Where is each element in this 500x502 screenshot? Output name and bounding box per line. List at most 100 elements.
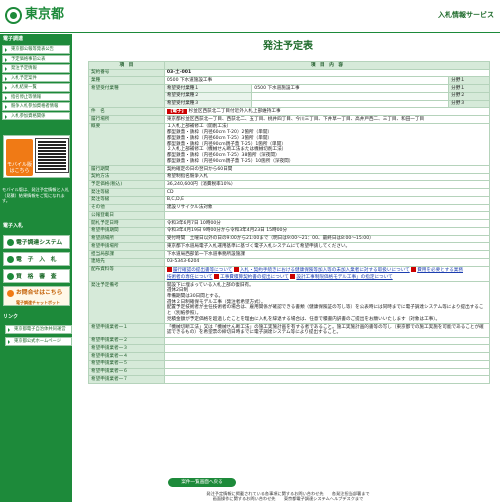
column-header: 項 目 内 容 xyxy=(163,61,491,70)
header: 東京都 入札情報サービス xyxy=(0,0,500,33)
order-class: B,C,D,E xyxy=(163,195,491,205)
row-label: 希望請場所 xyxy=(88,234,165,244)
row-label: 契約番号 xyxy=(88,68,165,78)
inquiry-label: お問合せはこちら xyxy=(16,290,63,296)
contract-number: 03-土-001 xyxy=(163,68,491,78)
pdf-icon xyxy=(290,273,296,279)
contact-phone: 03-5343-6204 xyxy=(163,257,491,267)
sidebar-item[interactable]: 東京都公報等発表公告 xyxy=(2,45,70,54)
pdf-icon xyxy=(166,267,172,273)
e-bid-button[interactable]: 電 子 入 札 xyxy=(3,252,70,266)
bid-industry-1: 0500 下水道施設工事 xyxy=(251,84,450,93)
back-to-list-button[interactable]: 案件一覧画面へ戻る xyxy=(168,478,236,487)
row-label: 配布資料等 xyxy=(88,265,165,283)
pdf-icon xyxy=(214,273,220,279)
logo-icon xyxy=(5,7,22,24)
row-label: 履行期間 xyxy=(88,165,165,174)
row-label: 希望申請業者一４ xyxy=(88,352,165,361)
row-label: 希望申請業者一１ xyxy=(88,323,165,338)
system-top-button[interactable]: 電子調達システム(TOP) xyxy=(3,235,70,260)
opening-date: 令和3年6月7日 10時00分 xyxy=(163,219,491,228)
row-label: 希望申請場所 xyxy=(88,242,165,252)
row-label: 連絡先 xyxy=(88,257,165,267)
sub-label: 希望受付業種１ xyxy=(163,84,253,93)
row-label: 発注予定備考 xyxy=(88,281,165,325)
field-label: 分野１ xyxy=(448,76,490,86)
sidebar-item[interactable]: 予定価格事前公表 xyxy=(2,54,70,64)
row-label: 契約方法 xyxy=(88,172,165,182)
service-name: 入札情報サービス xyxy=(438,11,494,19)
row-label: 公報登載日 xyxy=(88,211,165,221)
sidebar-item[interactable]: 入札予定案件 xyxy=(2,73,70,83)
estimated-price: 36,240,600円（消費税率10%） xyxy=(163,180,491,190)
work-period: 契約確定の日の翌日から60日間 xyxy=(163,165,491,174)
sub-label: 希望受付業種３ xyxy=(163,99,253,109)
doc-link[interactable]: 設計工事制限価格モデル工事」の指定について xyxy=(296,275,392,280)
inquiry-button[interactable]: お問合せはこちら 電子調達チャットボット xyxy=(3,286,70,306)
doc-link[interactable]: 入札・契約手続きにおける健康保険等加入等の未加入業者に対する取扱いについて xyxy=(240,268,410,273)
pdf-icon xyxy=(233,267,239,273)
row-label: 希望申請業者一２ xyxy=(88,336,165,346)
footer-line: 画面操作に関するお問い合わせ先 東京都電子調達システムヘルプデスクまで xyxy=(212,496,364,502)
application-place: 東京都下水道局電子入札運用基準に基づく電子入札システムにて希望申請してください。 xyxy=(163,242,491,252)
row-label: 担当局部課 xyxy=(88,250,165,259)
row-label: 希望申請業者一７ xyxy=(88,375,165,385)
electronic-tag: 【電子】 xyxy=(166,108,188,114)
row-label: 履行場所 xyxy=(88,115,165,124)
industry: 0500 下水道施設工事 xyxy=(163,76,450,86)
sidebar-item[interactable]: 入札参加資格関係 xyxy=(2,111,70,121)
doc-link[interactable]: 工事費積算契約書の提出について xyxy=(220,275,289,280)
work-location: 東京都杉並区西荻北一丁目、西荻北二、五丁目、桃井四丁目、今川三丁目、下井草一丁目… xyxy=(163,115,491,124)
sidebar-link[interactable]: 東京都電子自治体共同運営 xyxy=(5,325,72,334)
column-header: 項 目 xyxy=(88,61,165,70)
project-name: 杉並区西荻北二丁目付近外入札上部維持工事 xyxy=(188,108,281,114)
logo[interactable]: 東京都 xyxy=(5,7,64,24)
row-label: 予定価格(税込) xyxy=(88,180,165,190)
system-icon xyxy=(7,239,14,246)
reception-hours: 受付時間 土曜日以外の日の9:00から21:00まで（明日は9:00～21：00… xyxy=(163,234,491,244)
row-label: 発注等級 xyxy=(88,195,165,205)
field-label: 分野１ xyxy=(448,84,490,93)
chatbot-label: 電子調達チャットボット xyxy=(16,300,60,305)
qualification-button[interactable]: 資 格 審 査 xyxy=(3,269,70,283)
sub-label: 希望受付業種２ xyxy=(163,91,253,101)
sidebar-item[interactable]: 指名停止等情報 xyxy=(2,92,70,102)
row-label: 希望申請期間 xyxy=(88,226,165,236)
row-label: 希望申請業者一５ xyxy=(88,359,165,369)
doc-link[interactable]: 履行確認の提出書等について xyxy=(173,268,233,273)
applicant-condition: 「機械切断工法」又は「機械せん断工法」の施工実施計画を有する者であること。施工実… xyxy=(163,323,491,338)
sidebar-link[interactable]: 東京都公式ホームページ xyxy=(5,337,72,346)
qualification-label: 資 格 審 査 xyxy=(16,274,57,280)
row-label: 希望申請業者一３ xyxy=(88,344,165,354)
sidebar: 電子調達 東京都公報等発表公告 予定価格事前公表 発注予定情報 入札予定案件 入… xyxy=(0,34,72,502)
contract-method: 希望制指名競争入札 xyxy=(163,172,491,182)
main-content: 発注予定表 項 目項 目 内 容 契約番号 03-土-001 業種 0500 下水道… xyxy=(76,34,500,502)
row-label: 件 名 xyxy=(88,107,165,117)
doc-link[interactable]: 費用を必要とする業務 xyxy=(417,268,463,273)
order-rank: CD xyxy=(163,188,491,197)
mobile-note: モバイル版は、発注予定情報と入札（見積）結果情報をご覧になれます。 xyxy=(2,187,70,204)
qualification-icon xyxy=(7,273,14,280)
detail-table: 項 目項 目 内 容 契約番号 03-土-001 業種 0500 下水道施設工事 分野… xyxy=(88,61,491,385)
doc-link[interactable]: 技術者の専任について xyxy=(167,275,213,280)
sidebar-section-title: リンク xyxy=(3,314,19,320)
mobile-card[interactable]: モバイル版はこちら xyxy=(3,135,70,178)
e-bid-label: 電 子 入 札 xyxy=(16,257,57,263)
other-info: 建設リサイクル法対象 xyxy=(163,203,491,213)
pdf-icon xyxy=(411,267,417,273)
sidebar-item[interactable]: 発注予定情報 xyxy=(2,64,70,73)
bid-icon xyxy=(7,256,14,263)
note-line: 配置予定技術者が主任技術者の場合は、雇用関係が確認できる書類（健康保険証の写し等… xyxy=(166,305,484,317)
sidebar-section-title: 電子入札 xyxy=(3,223,24,229)
row-label: 開札予定日時 xyxy=(88,219,165,228)
sidebar-item[interactable]: 競争入札参加資格者情報 xyxy=(2,102,70,111)
department: 下水道局西部第一下水道事務所設施課 xyxy=(163,250,491,259)
sidebar-item[interactable]: 入札結果一覧 xyxy=(2,83,70,92)
mobile-icon[interactable]: モバイル版はこちら xyxy=(6,139,33,176)
page-title: 発注予定表 xyxy=(263,41,313,52)
field-label: 分野２ xyxy=(448,91,490,101)
application-period: 令和3年4月19日 9時00分から令和3年4月23日 15時00分 xyxy=(163,226,491,236)
note-line: 見積金額が予定価格を超過したことを理由に入札を辞退する場合は、任意で積書内訳書の… xyxy=(166,316,441,322)
publication-date xyxy=(163,211,491,221)
row-label: その他 xyxy=(88,203,165,213)
